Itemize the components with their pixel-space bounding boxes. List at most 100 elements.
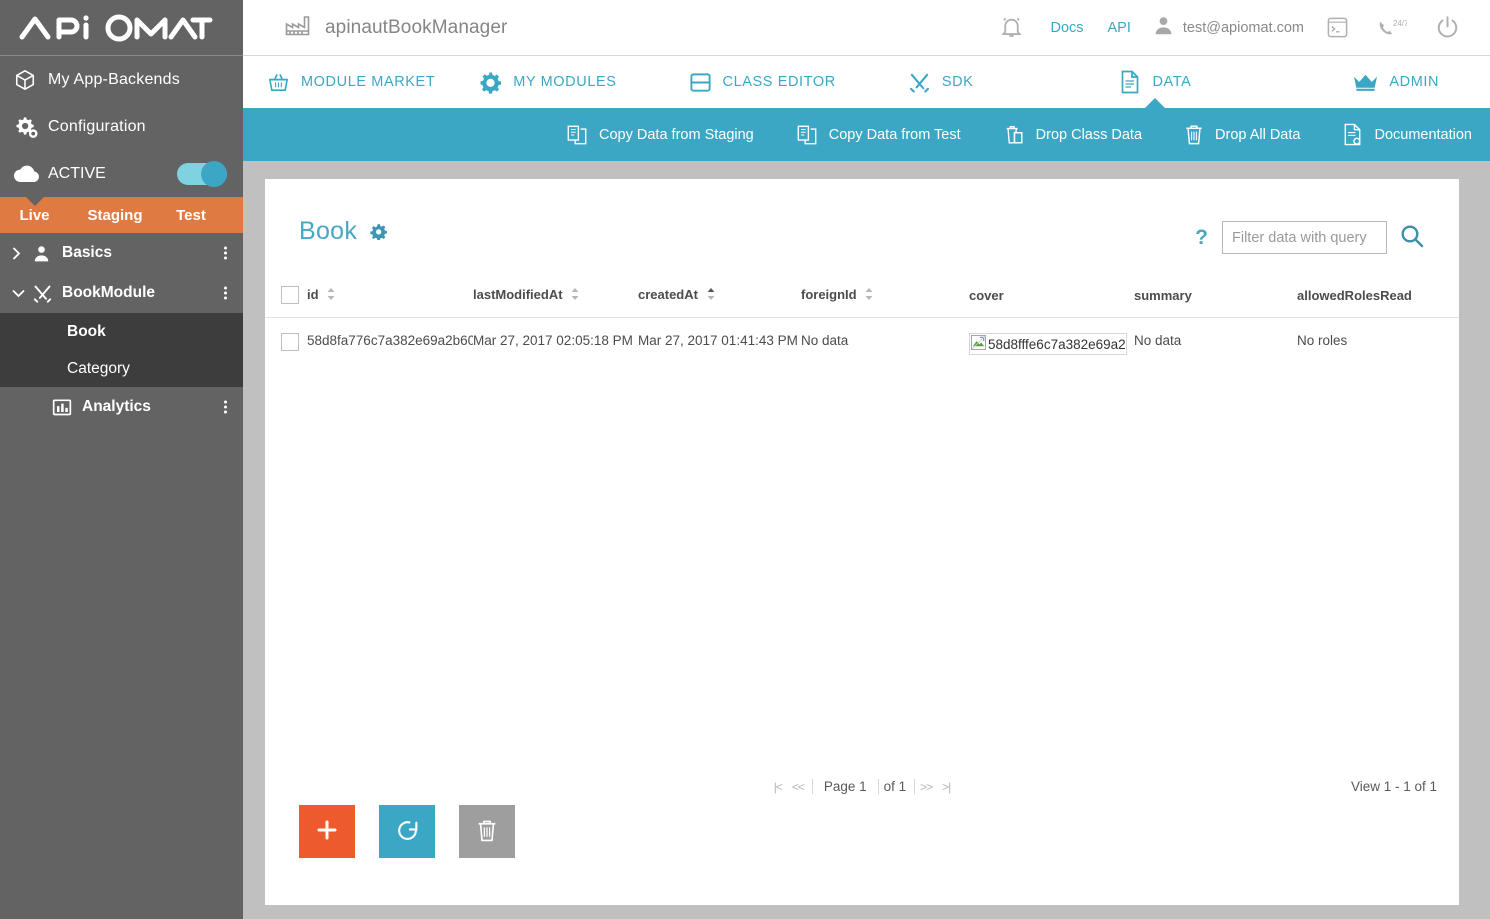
- sidebar-tree-analytics[interactable]: Analytics: [0, 387, 243, 427]
- cover-filename: 58d8fffe6c7a382e69a2b: [988, 336, 1127, 352]
- column-label: foreignId: [801, 286, 857, 302]
- next-page-button[interactable]: >>: [915, 780, 937, 794]
- tree-menu-dots-icon[interactable]: [224, 246, 227, 260]
- bars-icon: [52, 397, 82, 417]
- search-input[interactable]: [1222, 221, 1387, 254]
- svg-text:24/7: 24/7: [1393, 19, 1407, 28]
- sidebar-tree-basics[interactable]: Basics: [0, 233, 243, 273]
- user-email: test@apiomat.com: [1182, 19, 1304, 36]
- total-pages-label: of 1: [882, 779, 916, 794]
- search-area: ?: [1195, 217, 1459, 254]
- help-icon[interactable]: ?: [1195, 226, 1208, 250]
- user-account[interactable]: test@apiomat.com: [1143, 15, 1312, 41]
- tree-menu-dots-icon[interactable]: [224, 286, 227, 300]
- data-card: Book ? Filter data with query id lastMod…: [265, 179, 1459, 905]
- column-header-id[interactable]: id: [307, 286, 473, 318]
- power-icon[interactable]: [1421, 15, 1474, 40]
- delete-button[interactable]: [459, 805, 515, 858]
- sidebar-item-my-app-backends[interactable]: My App-Backends: [0, 56, 243, 103]
- tab-class-editor[interactable]: CLASS EDITOR: [689, 56, 836, 108]
- column-label: lastModifiedAt: [473, 286, 563, 302]
- cell-cover[interactable]: 58d8fffe6c7a382e69a2b: [969, 318, 1134, 355]
- tab-admin[interactable]: ADMIN: [1353, 56, 1439, 108]
- column-header-foreignid[interactable]: foreignId: [801, 286, 969, 318]
- column-header-summary[interactable]: summary: [1134, 286, 1297, 318]
- api-link[interactable]: API: [1096, 20, 1143, 36]
- env-tab-test[interactable]: Test: [161, 207, 221, 224]
- plus-icon: [315, 818, 339, 845]
- last-page-button[interactable]: >|: [937, 780, 955, 794]
- tab-label: SDK: [941, 74, 974, 90]
- cell-createdat[interactable]: Mar 27, 2017 01:41:43 PM: [638, 318, 801, 356]
- cell-summary[interactable]: No data: [1134, 318, 1297, 356]
- cell-lastmodifiedat[interactable]: Mar 27, 2017 02:05:18 PM: [473, 318, 638, 356]
- app-identity[interactable]: apinautBookManager: [285, 14, 507, 41]
- active-toggle[interactable]: [177, 160, 227, 187]
- sort-icon: [327, 288, 335, 303]
- cell-foreignid[interactable]: No data: [801, 318, 969, 356]
- phone-24-7-icon[interactable]: 24/7: [1363, 17, 1421, 39]
- chevron-right-icon: [12, 246, 32, 260]
- tab-label: MY MODULES: [513, 74, 617, 90]
- action-label: Drop All Data: [1215, 126, 1301, 143]
- cell-allowedrolesread[interactable]: No roles: [1297, 318, 1459, 356]
- terminal-icon[interactable]: [1312, 16, 1363, 39]
- sidebar-item-book[interactable]: Book: [0, 313, 243, 350]
- prev-page-button[interactable]: <<: [787, 780, 809, 794]
- tab-sdk[interactable]: SDK: [908, 56, 974, 108]
- column-header-lastmodifiedat[interactable]: lastModifiedAt: [473, 286, 638, 318]
- cube-icon: [14, 69, 48, 91]
- tree-label: Analytics: [82, 398, 151, 415]
- content-stage: Book ? Filter data with query id lastMod…: [243, 161, 1490, 919]
- copy-data-from-test-button[interactable]: Copy Data from Test: [796, 124, 1003, 146]
- doc-gear-icon: [1342, 123, 1363, 146]
- docs-link[interactable]: Docs: [1038, 20, 1095, 36]
- documentation-button[interactable]: Documentation: [1342, 123, 1490, 146]
- action-label: Copy Data from Test: [828, 126, 961, 143]
- header-actions: Docs API test@apiomat.com 24/7: [985, 15, 1490, 41]
- gear-icon[interactable]: [370, 223, 388, 240]
- cell-id[interactable]: 58d8fa776c7a382e69a2b60: [307, 318, 473, 356]
- page-title: Book: [299, 217, 388, 246]
- sidebar-item-configuration[interactable]: Configuration: [0, 103, 243, 150]
- table-row[interactable]: 58d8fa776c7a382e69a2b60 Mar 27, 2017 02:…: [265, 318, 1459, 356]
- tab-module-market[interactable]: MODULE MARKET: [267, 56, 435, 108]
- env-tab-live[interactable]: Live: [0, 207, 69, 224]
- tree-menu-dots-icon[interactable]: [224, 400, 227, 414]
- broken-image-thumb[interactable]: 58d8fffe6c7a382e69a2b: [969, 333, 1127, 355]
- action-label: Copy Data from Staging: [599, 126, 754, 143]
- column-label: allowedRolesRead: [1297, 287, 1412, 303]
- row-checkbox[interactable]: [281, 333, 299, 351]
- column-header-createdat[interactable]: createdAt: [638, 286, 801, 318]
- add-row-button[interactable]: [299, 805, 355, 858]
- drop-class-data-button[interactable]: Drop Class Data: [1003, 123, 1184, 146]
- tools-icon: [908, 71, 931, 94]
- top-header: apinautBookManager Docs API test@apiomat…: [243, 0, 1490, 56]
- copy-docs-icon: [566, 124, 588, 146]
- brand-logo[interactable]: [0, 0, 243, 56]
- column-header-allowedrolesread[interactable]: allowedRolesRead: [1297, 286, 1459, 318]
- sort-icon-asc: [707, 288, 715, 303]
- search-icon: [1399, 223, 1425, 252]
- search-button[interactable]: [1399, 223, 1425, 252]
- refresh-button[interactable]: [379, 805, 435, 858]
- select-all-checkbox[interactable]: [281, 286, 299, 304]
- column-header-cover[interactable]: cover: [969, 286, 1134, 318]
- tab-label: ADMIN: [1389, 74, 1440, 90]
- first-page-button[interactable]: |<: [769, 780, 787, 794]
- sidebar-tree-bookmodule[interactable]: BookModule: [0, 273, 243, 313]
- tab-my-modules[interactable]: MY MODULES: [479, 56, 616, 108]
- copy-data-from-staging-button[interactable]: Copy Data from Staging: [566, 124, 796, 146]
- bell-icon[interactable]: [985, 15, 1038, 40]
- tab-data[interactable]: DATA: [1119, 56, 1191, 109]
- broken-image-icon: [971, 335, 986, 353]
- drop-all-data-button[interactable]: Drop All Data: [1184, 123, 1342, 146]
- current-page-label[interactable]: Page 1: [811, 779, 879, 794]
- table-action-buttons: [299, 805, 515, 858]
- main-nav: MODULE MARKET MY MODULES CLASS EDITOR SD…: [243, 56, 1490, 109]
- copy-docs-icon: [796, 124, 818, 146]
- select-all-cell: [265, 286, 307, 318]
- person-icon: [1153, 15, 1174, 41]
- env-tab-staging[interactable]: Staging: [69, 207, 161, 224]
- sidebar-item-category[interactable]: Category: [0, 350, 243, 387]
